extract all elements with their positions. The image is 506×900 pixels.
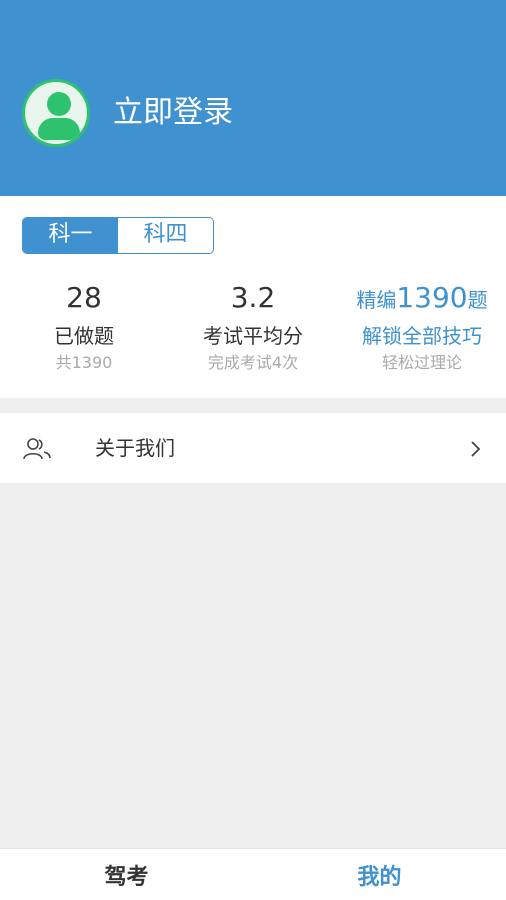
stat-unlock-count: 1390 [396,281,468,314]
tab-subject-one[interactable]: 科一 [23,218,118,253]
chevron-right-icon [471,441,481,457]
stat-done-sub: 共1390 [55,353,113,372]
stat-unlock-prefix: 精编 [356,288,397,312]
menu-item-about[interactable]: 关于我们 [0,413,506,483]
stat-average-sub: 完成考试4次 [207,353,299,372]
tab-mine[interactable]: 我的 [253,849,506,900]
stats-card: 科一 科四 28 已做题 共1390 3.2 考试平均分 完成考试4次 精编13… [0,196,506,398]
avatar-body [38,118,80,140]
profile-header: 立即登录 [0,0,506,196]
people-icon [23,438,51,460]
avatar-head [47,92,71,116]
stat-unlock-value: 精编1390题 [338,278,506,318]
login-button[interactable]: 立即登录 [113,95,233,131]
tab-driving-test[interactable]: 驾考 [0,849,253,900]
stat-done-value: 28 [66,281,102,314]
subject-switcher: 科一 科四 [22,217,214,254]
stat-unlock[interactable]: 精编1390题 解锁全部技巧 轻松过理论 [338,278,506,374]
stat-unlock-suffix: 题 [467,288,488,312]
stat-average-label: 考试平均分 [203,324,303,348]
menu-item-about-label: 关于我们 [95,436,175,460]
tab-subject-four[interactable]: 科四 [118,218,213,253]
stat-unlock-sub: 轻松过理论 [381,353,462,372]
stat-average[interactable]: 3.2 考试平均分 完成考试4次 [169,278,337,374]
bottom-tab-bar: 驾考 我的 [0,848,506,900]
stat-average-value: 3.2 [230,281,276,314]
stat-done[interactable]: 28 已做题 共1390 [0,278,168,374]
stat-done-label: 已做题 [54,324,114,348]
stat-unlock-label: 解锁全部技巧 [362,324,482,348]
avatar[interactable] [22,79,90,147]
